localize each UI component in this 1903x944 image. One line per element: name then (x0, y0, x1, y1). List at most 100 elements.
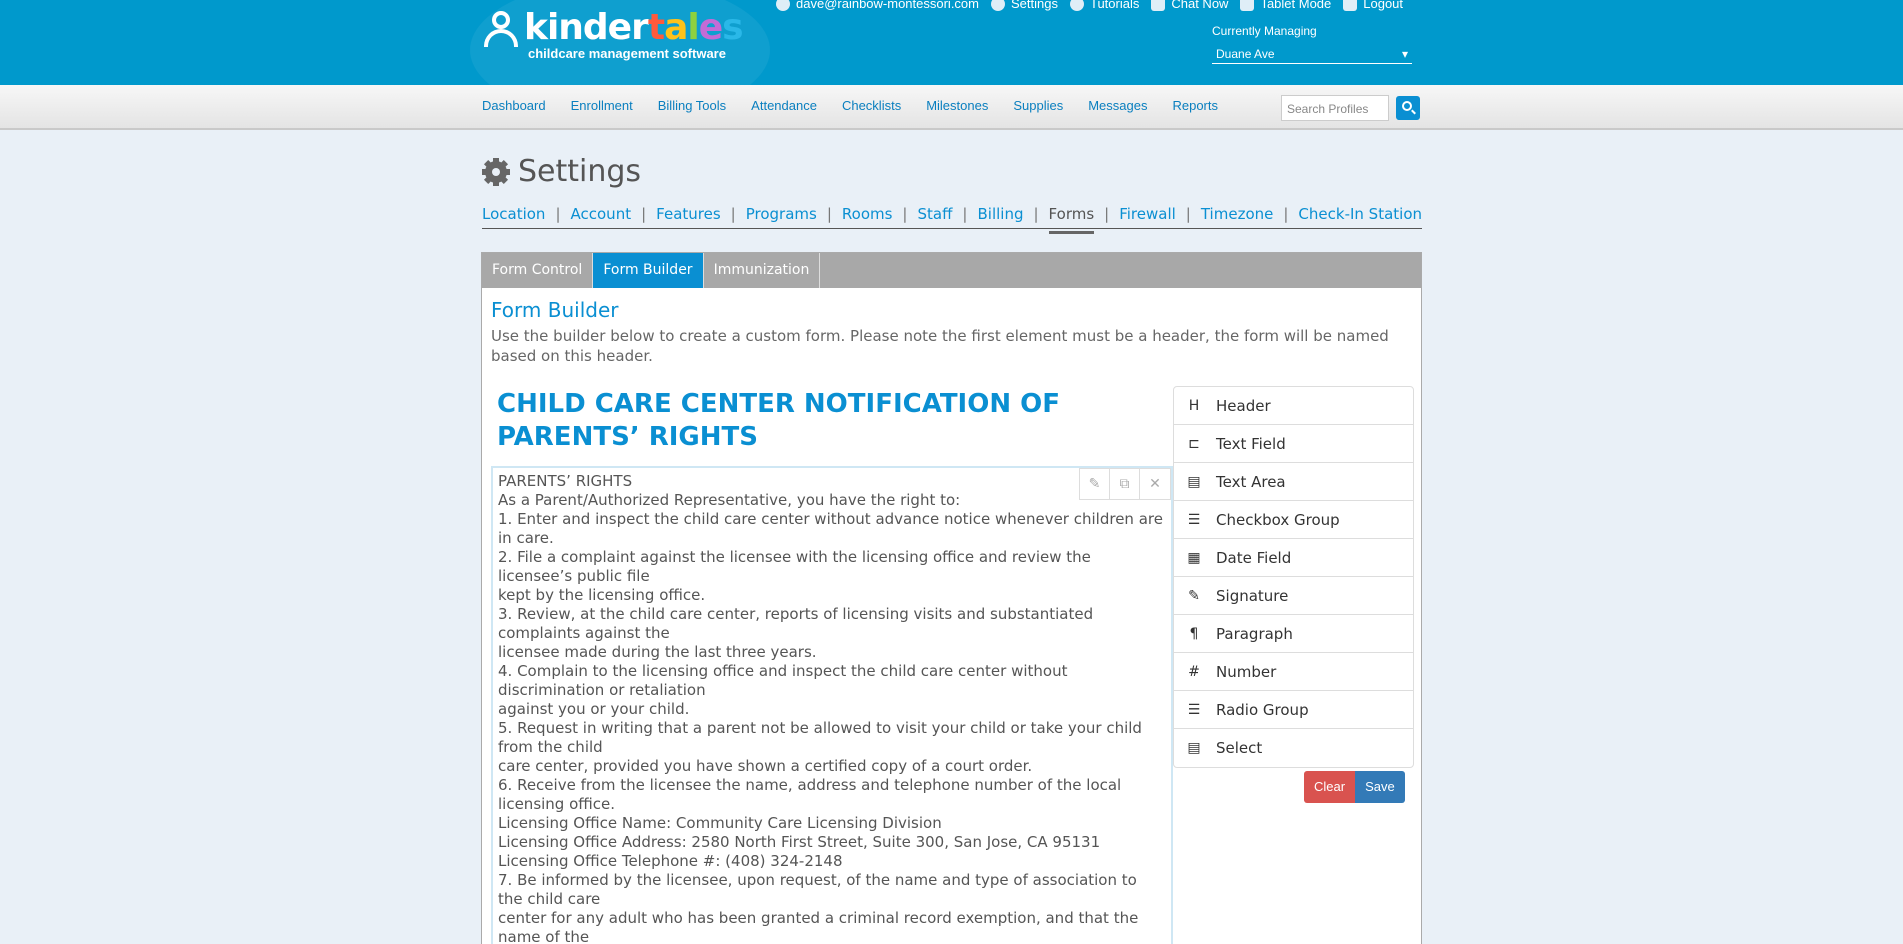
main-nav: Dashboard Enrollment Billing Tools Atten… (0, 85, 1903, 130)
palette-label: Signature (1216, 586, 1289, 605)
paragraph-line: 6. Receive from the licensee the name, a… (498, 776, 1122, 813)
form-builder-title: Form Builder (491, 298, 619, 322)
logout-link[interactable]: Logout (1343, 0, 1403, 11)
field-palette: H Header ⊏ Text Field ▤ Text Area ☰ Checkbox… (1173, 386, 1414, 768)
logo-letter: l (687, 7, 699, 48)
save-button[interactable]: Save (1355, 771, 1405, 803)
form-canvas: CHILD CARE CENTER NOTIFICATION OF PARENT… (491, 386, 1173, 944)
search-button[interactable] (1396, 96, 1420, 120)
logo-letter: t (647, 7, 665, 48)
settings-subnav: Location | Account | Features | Programs | R… (482, 205, 1422, 234)
tutorials-link[interactable]: Tutorials (1069, 0, 1139, 11)
nav-dashboard[interactable]: Dashboard (482, 98, 546, 113)
subnav-account[interactable]: Account (571, 205, 632, 228)
clear-button[interactable]: Clear (1304, 771, 1356, 803)
subnav-staff[interactable]: Staff (917, 205, 952, 228)
close-icon[interactable]: ✕ (1140, 469, 1170, 499)
tab-form-builder[interactable]: Form Builder (593, 253, 704, 288)
paragraph-line: 1. Enter and inspect the child care cent… (498, 510, 1163, 547)
nav-items: Dashboard Enrollment Billing Tools Atten… (482, 98, 1243, 113)
account-email-link[interactable]: dave@rainbow-montessori.com (776, 0, 979, 11)
checkbox-group-icon: ☰ (1187, 511, 1201, 528)
nav-supplies[interactable]: Supplies (1013, 98, 1063, 113)
page-title: Settings (482, 154, 641, 189)
forms-tabs: Form Control Form Builder Immunization (482, 253, 1421, 288)
palette-label: Paragraph (1216, 624, 1293, 643)
pencil-icon: ✎ (1188, 587, 1200, 604)
palette-paragraph[interactable]: ¶ Paragraph (1174, 615, 1413, 653)
logo-tagline: childcare management software (528, 46, 726, 61)
paragraph-line: licensee made during the last three year… (498, 643, 817, 661)
location-select[interactable]: Duane Ave ▾ (1212, 44, 1412, 64)
nav-messages[interactable]: Messages (1088, 98, 1147, 113)
tablet-mode-label: Tablet Mode (1260, 0, 1332, 11)
settings-link[interactable]: Settings (991, 0, 1058, 11)
currently-managing: Currently Managing Duane Ave ▾ (1212, 24, 1412, 64)
paragraph-line: As a Parent/Authorized Representative, y… (498, 491, 961, 509)
chat-now-link[interactable]: Chat Now (1151, 0, 1228, 11)
tablet-mode-link[interactable]: Tablet Mode (1240, 0, 1331, 11)
kindertales-logo[interactable]: kinder t a l e s childcare management softwar… (482, 7, 744, 61)
logo-person-icon (482, 9, 522, 47)
search-profiles-input[interactable]: Search Profiles (1281, 95, 1389, 121)
subnav-location[interactable]: Location (482, 205, 545, 228)
nav-checklists[interactable]: Checklists (842, 98, 901, 113)
select-icon: ▤ (1187, 740, 1201, 756)
nav-attendance[interactable]: Attendance (751, 98, 817, 113)
edit-pencil-icon[interactable]: ✎ (1080, 469, 1110, 499)
form-actions: Clear Save (1304, 771, 1405, 803)
copy-icon[interactable]: ⧉ (1110, 469, 1140, 499)
palette-label: Text Area (1216, 472, 1286, 491)
nav-enrollment[interactable]: Enrollment (571, 98, 633, 113)
tab-form-control[interactable]: Form Control (482, 253, 594, 288)
paragraph-line: 3. Review, at the child care center, rep… (498, 605, 1094, 642)
subnav-firewall[interactable]: Firewall (1119, 205, 1176, 228)
palette-text-area[interactable]: ▤ Text Area (1174, 463, 1413, 501)
paragraph-icon: ¶ (1189, 625, 1199, 642)
subnav-timezone[interactable]: Timezone (1201, 205, 1274, 228)
location-select-value: Duane Ave (1216, 46, 1275, 61)
account-email-label: dave@rainbow-montessori.com (796, 0, 979, 11)
palette-label: Select (1216, 739, 1263, 757)
palette-label: Number (1216, 662, 1277, 681)
text-field-icon: ⊏ (1188, 435, 1200, 452)
subnav-check-in-station[interactable]: Check-In Station (1298, 205, 1422, 228)
chat-icon (1151, 0, 1166, 11)
palette-checkbox-group[interactable]: ☰ Checkbox Group (1174, 501, 1413, 539)
element-toolbar: ✎ ⧉ ✕ (1079, 468, 1171, 500)
form-header-element[interactable]: CHILD CARE CENTER NOTIFICATION OF PARENT… (491, 386, 1173, 456)
subnav-forms[interactable]: Forms (1048, 205, 1094, 234)
palette-signature[interactable]: ✎ Signature (1174, 577, 1413, 615)
paragraph-line: 7. Be informed by the licensee, upon req… (498, 871, 1137, 908)
palette-label: Checkbox Group (1216, 510, 1340, 529)
palette-label: Date Field (1216, 548, 1292, 567)
paragraph-element[interactable]: ✎ ⧉ ✕ PARENTS’ RIGHTS As a Parent/Author… (491, 466, 1173, 944)
nav-billing-tools[interactable]: Billing Tools (658, 98, 726, 113)
nav-reports[interactable]: Reports (1172, 98, 1218, 113)
logo-letter: s (722, 7, 743, 48)
palette-select[interactable]: ▤ Select (1174, 729, 1413, 767)
palette-label: Radio Group (1216, 700, 1309, 719)
subnav-features[interactable]: Features (656, 205, 721, 228)
tab-immunization[interactable]: Immunization (704, 253, 821, 288)
subnav-rooms[interactable]: Rooms (842, 205, 893, 228)
nav-milestones[interactable]: Milestones (926, 98, 988, 113)
subnav-billing[interactable]: Billing (977, 205, 1023, 228)
palette-number[interactable]: # Number (1174, 653, 1413, 691)
palette-header[interactable]: H Header (1174, 387, 1413, 425)
paragraph-line: 4. Complain to the licensing office and … (498, 662, 1068, 699)
radio-group-icon: ☰ (1187, 701, 1201, 718)
hash-icon: # (1188, 663, 1200, 680)
logo-letter: e (698, 7, 723, 48)
chevron-down-icon: ▾ (1401, 46, 1408, 61)
paragraph-line: Licensing Office Telephone #: (408) 324-… (498, 852, 843, 870)
palette-label: Text Field (1216, 434, 1286, 453)
paragraph-line: against you or your child. (498, 700, 690, 718)
palette-text-field[interactable]: ⊏ Text Field (1174, 425, 1413, 463)
gear-icon (482, 157, 510, 186)
subnav-programs[interactable]: Programs (746, 205, 817, 228)
palette-radio-group[interactable]: ☰ Radio Group (1174, 691, 1413, 729)
user-icon (776, 0, 790, 11)
header-icon: H (1188, 397, 1200, 414)
palette-date-field[interactable]: ▦ Date Field (1174, 539, 1413, 577)
